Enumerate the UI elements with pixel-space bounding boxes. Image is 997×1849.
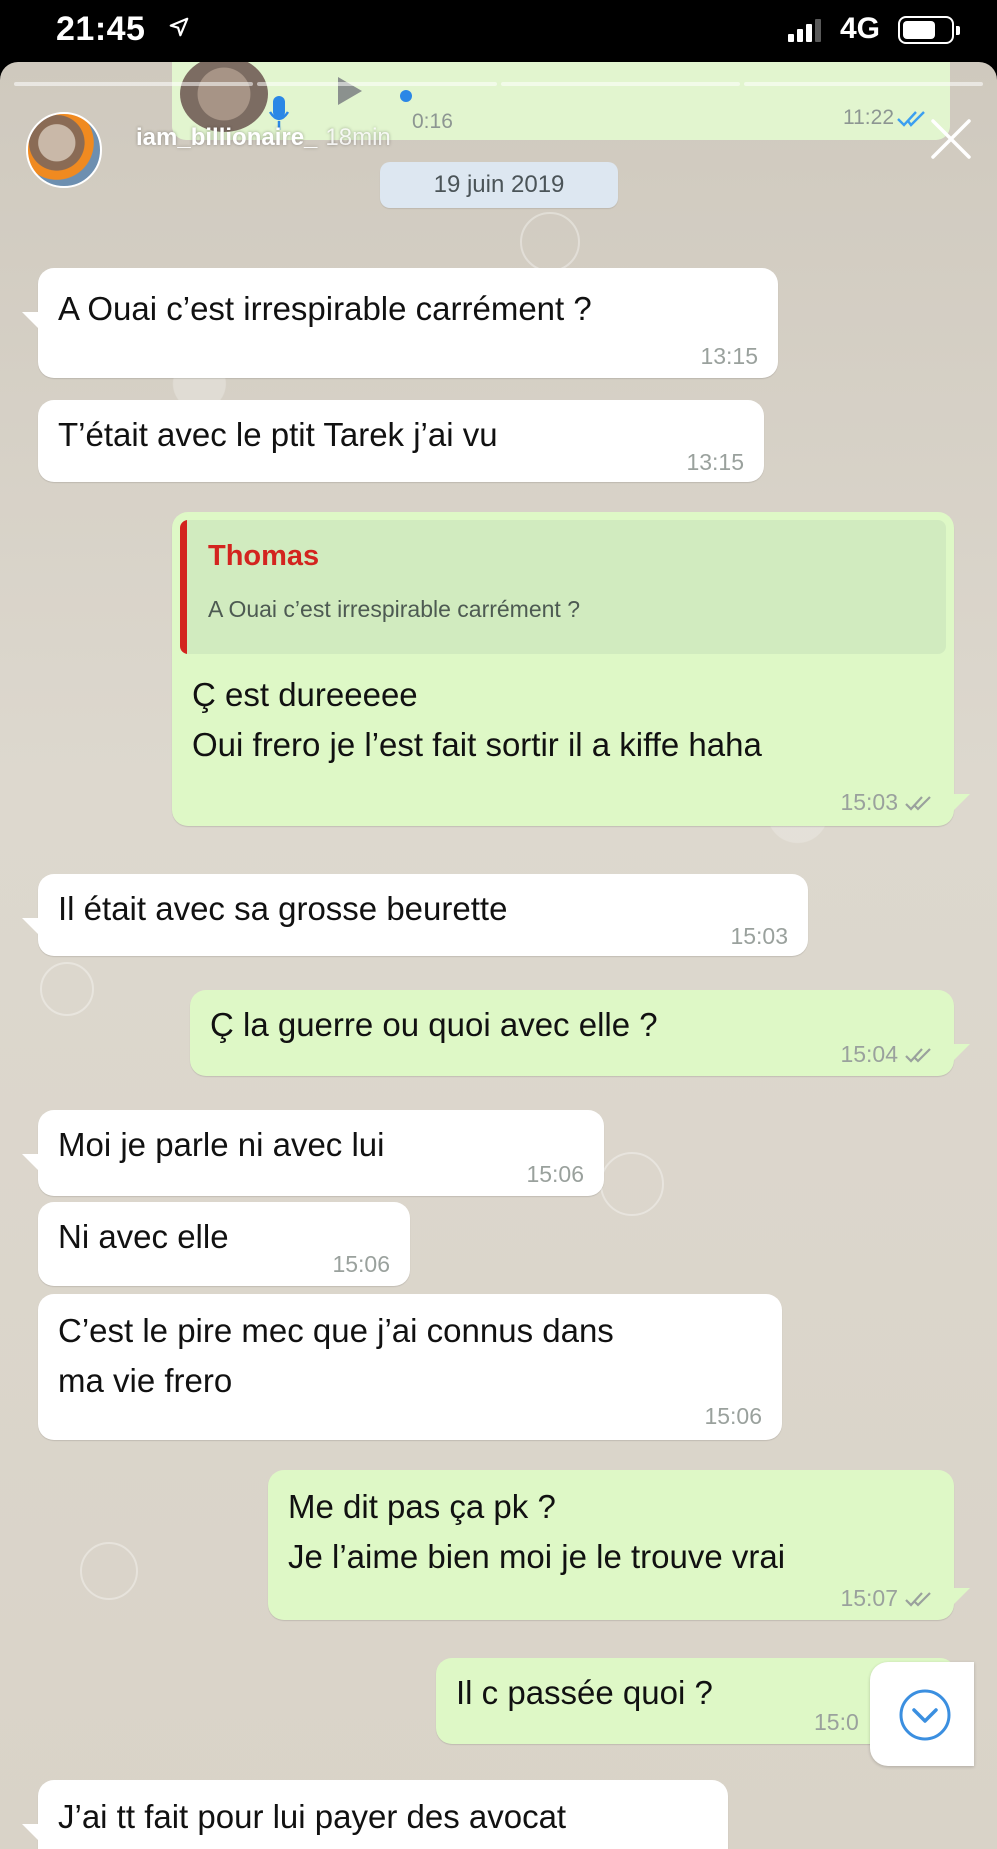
- signal-strength-icon: [788, 18, 821, 42]
- message-text: T’était avec le ptit Tarek j’ai vu: [58, 416, 498, 453]
- message-incoming[interactable]: Il était avec sa grosse beurette 15:03: [22, 874, 808, 956]
- story-username[interactable]: iam_billionaire_ 18min: [136, 124, 391, 152]
- message-text: Ç la guerre ou quoi avec elle ?: [210, 1006, 658, 1043]
- message-text: Moi je parle ni avec lui: [58, 1126, 385, 1163]
- message-text: Il c passée quoi ?: [456, 1674, 713, 1711]
- quote-text: A Ouai c’est irrespirable carrément ?: [208, 596, 580, 622]
- voice-duration: 0:16: [412, 110, 453, 133]
- message-incoming[interactable]: Ni avec elle 15:06: [38, 1202, 410, 1286]
- story-avatar[interactable]: [26, 112, 102, 188]
- message-time: 15:03: [730, 923, 788, 949]
- story-post-time: 18min: [325, 124, 391, 151]
- status-time: 21:45: [56, 10, 146, 48]
- message-time: 15:06: [332, 1251, 390, 1277]
- message-outgoing[interactable]: Thomas A Ouai c’est irrespirable carréme…: [172, 512, 970, 826]
- story-progress-segment: [257, 82, 497, 86]
- message-time: 15:06: [526, 1161, 584, 1187]
- story-frame[interactable]: 0:16 11:22 iam_billionaire_ 18min 19 juin…: [0, 62, 997, 1849]
- story-progress-segment: [14, 82, 254, 86]
- story-progress-segment: [743, 82, 983, 86]
- delivered-ticks-icon: [905, 796, 931, 811]
- delivered-ticks-icon: [905, 1048, 931, 1063]
- message-text: Ç est dureeeee Oui frero je l’est fait s…: [192, 676, 762, 763]
- network-label: 4G: [840, 12, 881, 45]
- story-username-text: iam_billionaire_: [136, 124, 318, 151]
- scroll-to-bottom-button[interactable]: [870, 1662, 974, 1766]
- story-progress-bar: [14, 82, 983, 86]
- voice-message-time: 11:22: [843, 106, 894, 129]
- message-time: 15:06: [704, 1403, 762, 1429]
- location-arrow-icon: [169, 17, 189, 37]
- quote-accent-bar: [180, 520, 187, 654]
- message-time: 15:07: [840, 1585, 898, 1611]
- message-text: Ni avec elle: [58, 1218, 229, 1255]
- message-time: 15:03: [840, 789, 898, 815]
- quote-author: Thomas: [208, 540, 320, 572]
- message-text: A Ouai c’est irrespirable carrément ?: [58, 290, 592, 327]
- message-text: J’ai tt fait pour lui payer des avocat: [58, 1798, 567, 1835]
- message-time: 15:04: [840, 1041, 898, 1067]
- story-progress-segment: [500, 82, 740, 86]
- chevron-down-icon: [899, 1689, 951, 1741]
- message-incoming[interactable]: C’est le pire mec que j’ai connus dans m…: [38, 1294, 782, 1440]
- message-time: 15:0: [814, 1709, 859, 1735]
- quoted-message[interactable]: Thomas A Ouai c’est irrespirable carréme…: [180, 520, 946, 654]
- read-ticks-icon: [897, 111, 925, 127]
- message-text: Il était avec sa grosse beurette: [58, 890, 508, 927]
- delivered-ticks-icon: [905, 1592, 931, 1607]
- message-time: 13:15: [700, 343, 758, 369]
- close-icon[interactable]: [928, 116, 974, 162]
- background-doodle: [80, 1542, 138, 1600]
- voice-progress-handle[interactable]: [400, 90, 412, 102]
- message-outgoing[interactable]: Me dit pas ça pk ? Je l’aime bien moi je…: [268, 1470, 970, 1620]
- message-time: 13:15: [686, 449, 744, 475]
- message-outgoing[interactable]: Ç la guerre ou quoi avec elle ? 15:04: [190, 990, 970, 1076]
- message-incoming[interactable]: T’était avec le ptit Tarek j’ai vu 13:15: [38, 400, 764, 482]
- date-separator: 19 juin 2019: [380, 162, 618, 208]
- background-doodle: [40, 962, 94, 1016]
- voice-sender-avatar: [180, 62, 268, 132]
- status-bar: 21:45 4G: [0, 0, 997, 62]
- message-incoming[interactable]: Moi je parle ni avec lui 15:06: [22, 1110, 604, 1196]
- message-incoming[interactable]: J’ai tt fait pour lui payer des avocat: [22, 1780, 728, 1849]
- play-icon[interactable]: [332, 74, 366, 108]
- battery-icon: [898, 16, 960, 44]
- message-text: C’est le pire mec que j’ai connus dans m…: [58, 1312, 614, 1399]
- message-text: Me dit pas ça pk ? Je l’aime bien moi je…: [288, 1488, 786, 1575]
- background-doodle: [600, 1152, 664, 1216]
- message-incoming[interactable]: A Ouai c’est irrespirable carrément ? 13…: [22, 268, 778, 378]
- background-doodle: [520, 212, 580, 272]
